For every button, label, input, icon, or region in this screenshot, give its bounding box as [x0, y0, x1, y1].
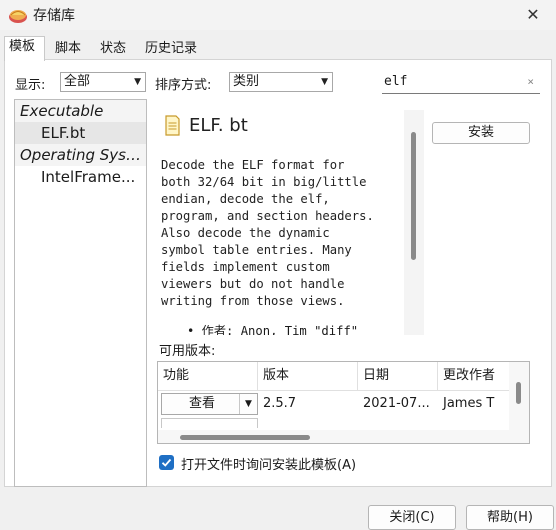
- versions-horizontal-scrollbar[interactable]: [158, 430, 511, 443]
- versions-label: 可用版本:: [159, 344, 216, 359]
- view-version-button[interactable]: 查看 ▼: [161, 393, 258, 415]
- tab-scripts[interactable]: 脚本: [50, 38, 90, 60]
- ask-install-label[interactable]: 打开文件时询问安装此模板(A): [181, 454, 356, 473]
- version-cell: 2.5.7: [263, 396, 297, 411]
- details-scrollbar[interactable]: [404, 110, 424, 335]
- chevron-down-icon[interactable]: ▼: [239, 394, 257, 414]
- details-scrollbar-thumb[interactable]: [411, 132, 416, 260]
- description-line: both 32/64 bit in big/little: [161, 175, 367, 189]
- install-button[interactable]: 安装: [432, 122, 530, 144]
- versions-vertical-thumb[interactable]: [516, 382, 521, 404]
- chevron-down-icon: ▼: [134, 77, 141, 87]
- close-window-icon[interactable]: ✕: [510, 0, 556, 30]
- chevron-down-icon: ▼: [321, 77, 328, 87]
- show-select[interactable]: 全部 ▼: [60, 72, 146, 92]
- header-divider: [158, 390, 511, 391]
- template-details: ELF. bt Decode the ELF format for both 3…: [155, 99, 407, 335]
- versions-horizontal-thumb[interactable]: [180, 435, 310, 440]
- tab-history[interactable]: 历史记录: [140, 38, 210, 60]
- tab-status[interactable]: 状态: [95, 38, 135, 60]
- description-line: endian, decode the elf,: [161, 192, 330, 206]
- column-header-author[interactable]: 更改作者: [438, 362, 511, 390]
- view-version-label: 查看: [188, 396, 215, 411]
- description-line: Also decode the dynamic: [161, 226, 330, 240]
- tree-item-elf[interactable]: ELF.bt: [15, 122, 146, 144]
- description-line: viewers but do not handle: [161, 277, 345, 291]
- versions-table[interactable]: 功能 版本 日期 更改作者 查看 ▼ 2.5.7 2021-07... Jame…: [157, 361, 530, 444]
- show-select-value: 全部: [64, 74, 91, 89]
- show-label: 显示:: [15, 78, 46, 93]
- document-icon: [165, 115, 180, 136]
- repository-app-icon: [9, 10, 27, 23]
- description-line: symbol table entries. Many: [161, 243, 352, 257]
- column-header-date[interactable]: 日期: [358, 362, 438, 390]
- clear-search-icon[interactable]: ×: [527, 72, 534, 92]
- description-line: Decode the ELF format for: [161, 158, 345, 172]
- ask-install-checkbox[interactable]: [159, 455, 174, 470]
- template-description: Decode the ELF format for both 32/64 bit…: [161, 157, 405, 310]
- checkmark-icon: [161, 458, 172, 467]
- window-title: 存储库: [33, 8, 75, 24]
- tab-templates[interactable]: 模板: [4, 36, 45, 61]
- sort-label: 排序方式:: [155, 78, 212, 93]
- column-header-action[interactable]: 功能: [158, 362, 258, 390]
- description-line: fields implement custom: [161, 260, 330, 274]
- table-row-partial: [161, 418, 258, 428]
- date-cell: 2021-07...: [363, 396, 430, 411]
- description-line: program, and section headers.: [161, 209, 374, 223]
- close-button[interactable]: 关闭(C): [368, 505, 456, 530]
- template-tree[interactable]: Executable ELF.bt Operating Syst... Inte…: [14, 99, 147, 487]
- sort-select[interactable]: 类别 ▼: [229, 72, 333, 92]
- help-button[interactable]: 帮助(H): [466, 505, 554, 530]
- tree-category-executable[interactable]: Executable: [15, 100, 146, 122]
- tree-category-operating-system[interactable]: Operating Syst...: [15, 144, 146, 166]
- title-bar: 存储库 ✕: [0, 0, 556, 30]
- search-input-value: elf: [384, 74, 408, 89]
- sort-select-value: 类别: [233, 74, 260, 89]
- tree-item-intelframe[interactable]: IntelFrame...: [15, 166, 146, 188]
- search-input[interactable]: elf ×: [382, 72, 540, 94]
- column-header-version[interactable]: 版本: [258, 362, 358, 390]
- author-cell: James T: [443, 396, 495, 411]
- template-author: • 作者: Anon, Tim "diff": [187, 324, 359, 335]
- description-line: writing from those views.: [161, 294, 345, 308]
- versions-vertical-scrollbar[interactable]: [509, 362, 529, 443]
- template-title: ELF. bt: [189, 115, 248, 136]
